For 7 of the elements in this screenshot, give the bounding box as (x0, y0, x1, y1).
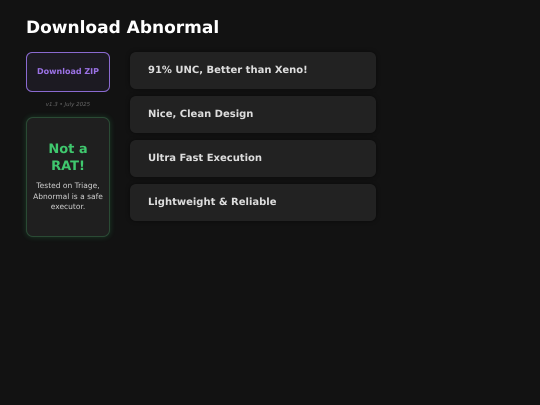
download-button[interactable]: Download ZIP (26, 52, 110, 92)
card-heading: Not a RAT! (47, 140, 89, 176)
feature-item: Nice, Clean Design (130, 96, 376, 133)
feature-item: 91% UNC, Better than Xeno! (130, 52, 376, 89)
feature-item: Ultra Fast Execution (130, 140, 376, 177)
page-title: Download Abnormal (26, 18, 220, 38)
feature-item: Lightweight & Reliable (130, 184, 376, 221)
